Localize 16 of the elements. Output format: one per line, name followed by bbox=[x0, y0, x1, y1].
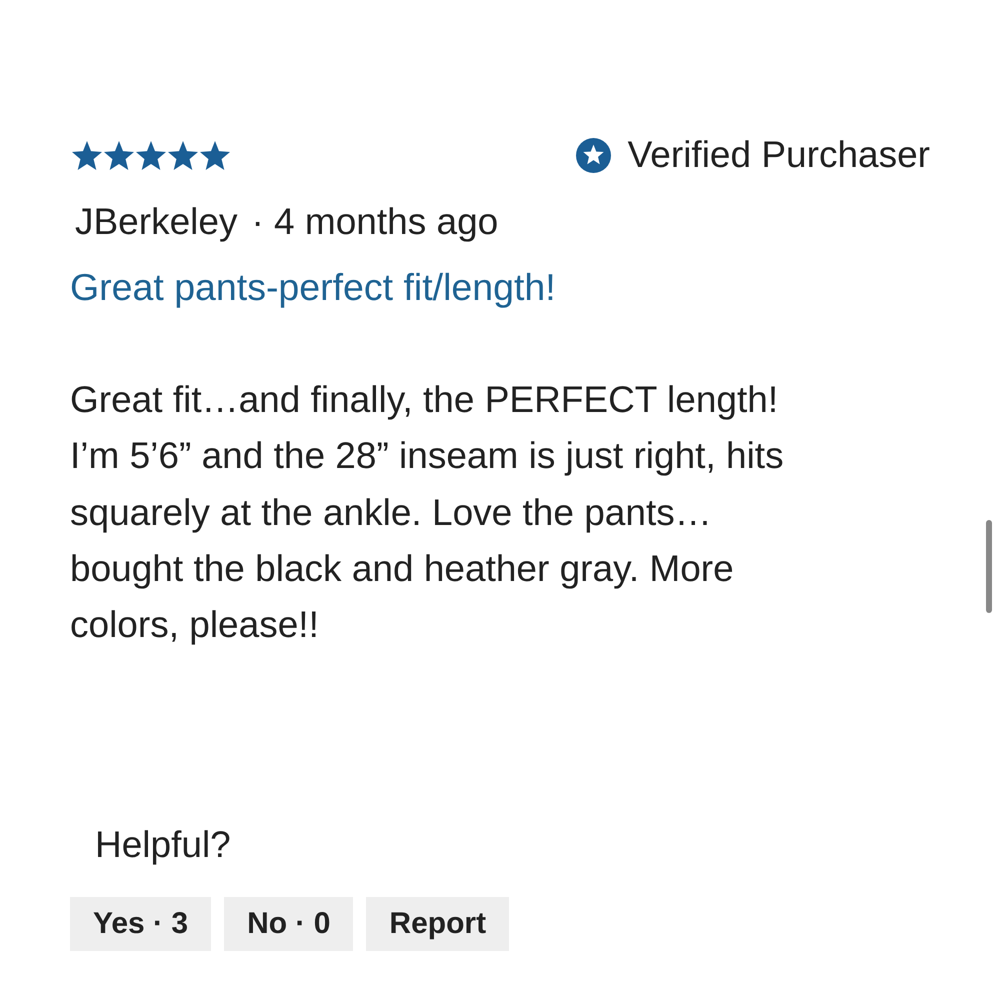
verified-purchaser-label: Verified Purchaser bbox=[628, 133, 930, 177]
review-title: Great pants-perfect fit/length! bbox=[70, 265, 556, 309]
star-badge-icon bbox=[576, 138, 611, 172]
vote-button[interactable]: Yes · 3 bbox=[70, 897, 212, 952]
star-icon bbox=[136, 140, 166, 170]
vote-button[interactable]: No · 0 bbox=[224, 897, 354, 952]
review-age: · 4 months ago bbox=[251, 200, 498, 244]
reviewer-name: JBerkeley bbox=[75, 200, 238, 244]
star-icon bbox=[72, 140, 102, 170]
helpful-label: Helpful? bbox=[95, 823, 231, 868]
star-icon bbox=[200, 140, 230, 170]
scrollbar-thumb[interactable] bbox=[986, 520, 992, 613]
star-icon bbox=[168, 140, 198, 170]
vote-button[interactable]: Report bbox=[366, 897, 510, 952]
review-text: Great fit…and finally, the PERFECT length! I’m 5’6” and the 28” inseam is just right, hits squarely at the ankle. Love the pants… bought the black and heather gray. More colors, please!! bbox=[70, 378, 785, 648]
star-icon bbox=[104, 140, 134, 170]
